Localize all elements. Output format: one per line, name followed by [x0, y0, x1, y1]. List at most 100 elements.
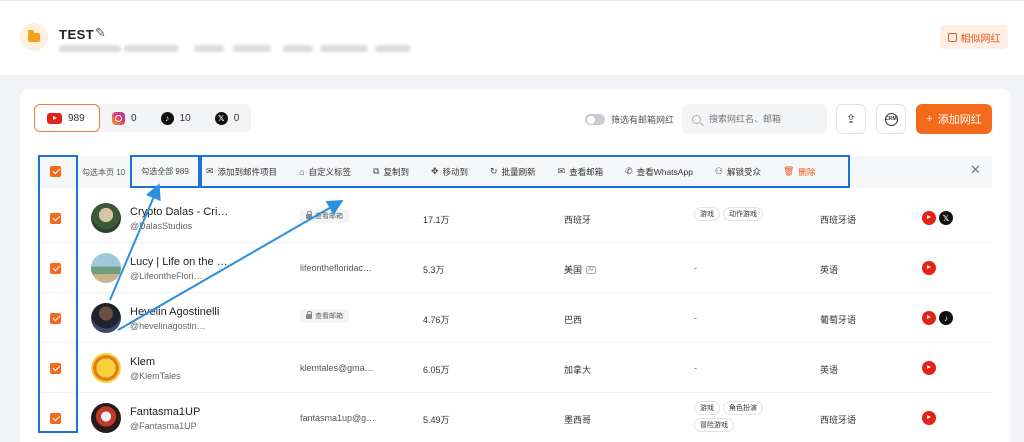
copy-to-button[interactable]: ⧉ 复制到	[373, 166, 409, 178]
table-row[interactable]: Hevelin Agostinelli @hevelinagostin… 查看邮…	[34, 293, 992, 343]
toggle-switch[interactable]	[585, 114, 605, 125]
tab-tiktok[interactable]: ♪ 10	[149, 104, 203, 132]
blurred-text	[375, 45, 411, 52]
search-input[interactable]	[709, 114, 819, 124]
avatar[interactable]	[91, 253, 121, 283]
trash-icon: 🗑	[783, 166, 795, 176]
follower-count: 6.05万	[423, 365, 450, 375]
platform-tabs: 989 0 ♪ 10 𝕏 0	[34, 104, 252, 132]
mail-icon: ✉	[206, 166, 214, 176]
tags-empty: -	[694, 363, 697, 373]
view-email-chip[interactable]: 查看邮箱	[300, 309, 349, 323]
influencer-name[interactable]: Klem	[130, 356, 230, 368]
tag: 动作游戏	[723, 207, 763, 221]
table-row[interactable]: Crypto Dalas - Cri… @DalasStudios 查看邮箱 1…	[34, 193, 992, 243]
avatar[interactable]	[91, 303, 121, 333]
email-filter-toggle[interactable]: 筛选有邮箱网红	[585, 113, 674, 126]
batch-refresh-button[interactable]: ↻ 批量刷新	[490, 166, 536, 178]
search-box[interactable]	[682, 104, 827, 134]
view-email-button[interactable]: ✉ 查看邮箱	[558, 166, 604, 178]
x-icon: 𝕏	[214, 111, 228, 125]
custom-tag-button[interactable]: ⌂ 自定义标签	[299, 166, 351, 178]
blurred-text	[124, 45, 179, 52]
follower-count: 5.3万	[423, 265, 445, 275]
platform-links: ♪	[922, 311, 953, 325]
country: 美国 AI	[564, 265, 596, 275]
youtube-icon[interactable]	[922, 411, 936, 425]
tag-list: 游戏 角色扮演 冒险游戏	[694, 401, 774, 432]
similar-influencers-button[interactable]: 相似网红	[940, 25, 1008, 49]
language: 英语	[820, 265, 839, 275]
country: 巴西	[564, 315, 583, 325]
crm-button[interactable]: CRM	[876, 104, 906, 134]
youtube-icon	[47, 112, 62, 124]
avatar[interactable]	[91, 353, 121, 383]
blurred-text	[283, 45, 313, 52]
youtube-icon[interactable]	[922, 311, 936, 325]
youtube-icon[interactable]	[922, 361, 936, 375]
move-icon: ✥	[430, 166, 439, 176]
follower-count: 17.1万	[423, 215, 450, 225]
follower-count: 4.76万	[423, 315, 450, 325]
influencer-handle: @KlemTales	[130, 371, 181, 381]
table-row[interactable]: Fantasma1UP @Fantasma1UP fantasma1up@g… …	[34, 393, 992, 442]
tag: 游戏	[694, 207, 720, 221]
tag: 冒险游戏	[694, 418, 734, 432]
export-icon: ⇪	[845, 112, 857, 126]
unlock-audience-button[interactable]: ⚇ 解锁受众	[715, 166, 761, 178]
language: 西班牙语	[820, 415, 857, 425]
close-icon[interactable]: ✕	[970, 162, 981, 178]
whatsapp-icon: ✆	[625, 166, 633, 176]
add-to-email-project-button[interactable]: ✉ 添加到邮件项目	[206, 166, 277, 178]
ai-badge: AI	[586, 265, 596, 274]
table-row[interactable]: Lucy | Life on the … @LifeontheFlori… li…	[34, 243, 992, 293]
move-to-button[interactable]: ✥ 移动到	[431, 166, 468, 178]
tiktok-icon[interactable]: ♪	[939, 311, 953, 325]
table-row[interactable]: Klem @KlemTales klemtales@gma… 6.05万 加拿大…	[34, 343, 992, 393]
add-influencer-button[interactable]: + 添加网红	[916, 104, 992, 134]
annotation-box	[38, 155, 78, 433]
youtube-icon[interactable]	[922, 211, 936, 225]
tiktok-icon: ♪	[160, 111, 174, 125]
select-page-label[interactable]: 勾选本页 10	[82, 167, 125, 178]
influencer-handle: @Fantasma1UP	[130, 421, 197, 431]
email[interactable]: fantasma1up@g…	[300, 413, 380, 423]
blurred-text	[59, 45, 121, 52]
tag-icon: ⌂	[299, 166, 305, 177]
influencer-name[interactable]: Hevelin Agostinelli	[130, 306, 230, 318]
view-whatsapp-button[interactable]: ✆ 查看WhatsApp	[625, 166, 693, 178]
avatar[interactable]	[91, 403, 121, 433]
instagram-icon	[112, 111, 125, 125]
youtube-icon[interactable]	[922, 261, 936, 275]
email[interactable]: klemtales@gma…	[300, 363, 380, 373]
influencer-panel: 989 0 ♪ 10 𝕏 0 筛选有邮箱网红 ⇪ CRM + 添加网红 勾选本页	[20, 89, 1010, 442]
influencer-name[interactable]: Lucy | Life on the …	[130, 256, 230, 268]
platform-links	[922, 361, 936, 375]
influencer-handle: @DalasStudios	[130, 221, 193, 231]
influencer-name[interactable]: Crypto Dalas - Cri…	[130, 206, 230, 218]
folder-title: TEST	[59, 27, 95, 42]
tab-youtube[interactable]: 989	[34, 104, 100, 132]
lock-icon	[306, 210, 312, 219]
influencer-name[interactable]: Fantasma1UP	[130, 406, 230, 418]
avatar[interactable]	[91, 203, 121, 233]
select-all-button[interactable]: 勾选全部 989	[130, 155, 200, 188]
similar-icon	[947, 32, 957, 42]
export-button[interactable]: ⇪	[836, 104, 866, 134]
tag: 角色扮演	[723, 401, 763, 415]
influencer-handle: @hevelinagostin…	[130, 321, 206, 331]
batch-actions: ✉ 添加到邮件项目 ⌂ 自定义标签 ⧉ 复制到 ✥ 移动到 ↻ 批量刷新 ✉ 查看邮箱 ✆ 查…	[200, 155, 850, 188]
influencer-handle: @LifeontheFlori…	[130, 271, 203, 281]
tab-x[interactable]: 𝕏 0	[203, 104, 252, 132]
language: 英语	[820, 365, 839, 375]
x-icon[interactable]: 𝕏	[939, 211, 953, 225]
edit-pencil-icon[interactable]: ✎	[95, 25, 106, 41]
view-email-chip[interactable]: 查看邮箱	[300, 209, 349, 223]
tab-instagram[interactable]: 0	[100, 104, 149, 132]
email[interactable]: lifeonthefloridac…	[300, 263, 380, 273]
folder-header: TEST ✎ 相似网红	[0, 0, 1024, 75]
blurred-text	[194, 45, 224, 52]
refresh-icon: ↻	[490, 166, 498, 176]
search-icon	[692, 114, 701, 124]
delete-button[interactable]: 🗑 删除	[783, 166, 815, 178]
